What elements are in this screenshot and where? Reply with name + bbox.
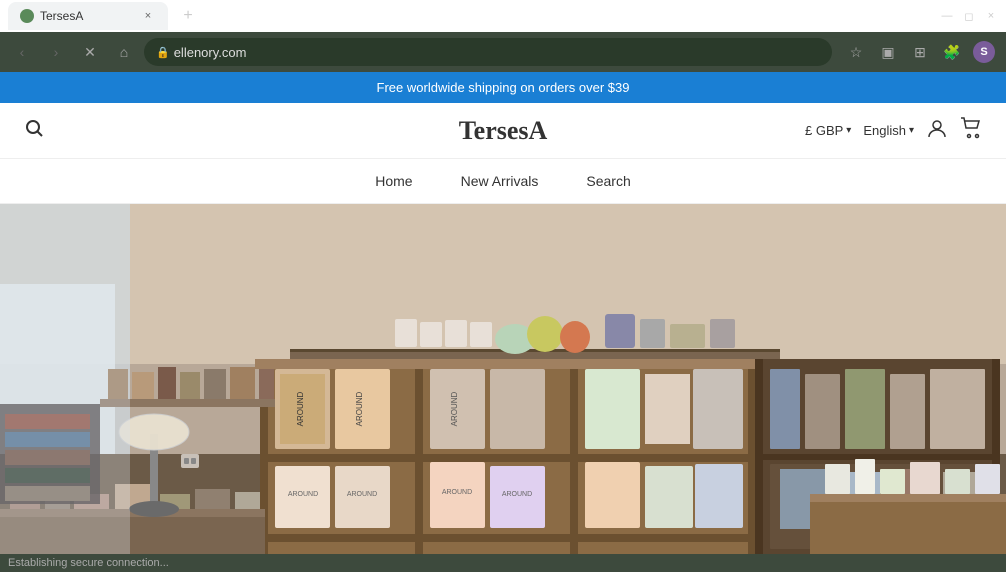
toolbar-icons: ☆ ▣ ⊞ 🧩 S	[842, 38, 998, 66]
reload-button[interactable]: ✕	[76, 38, 104, 66]
browser-chrome: TersesA × + — ◻ × ‹ › ✕ ⌂ 🔒 ellenory.com…	[0, 0, 1006, 72]
nav-new-arrivals[interactable]: New Arrivals	[461, 173, 539, 189]
hero-image: AROUND AROUND AROUND AROUND AROUND AROUN…	[0, 204, 1006, 554]
site-header: TersesA £ GBP English	[0, 103, 1006, 159]
window-controls: — ◻ ×	[940, 9, 998, 23]
site-logo[interactable]: TersesA	[459, 116, 548, 146]
promo-text: Free worldwide shipping on orders over $…	[377, 80, 630, 95]
address-input[interactable]: 🔒 ellenory.com	[144, 38, 832, 66]
restore-button[interactable]: ◻	[962, 9, 976, 23]
website: Free worldwide shipping on orders over $…	[0, 72, 1006, 554]
url-text: ellenory.com	[174, 45, 247, 60]
new-tab-button[interactable]: +	[176, 4, 200, 28]
minimize-button[interactable]: —	[940, 9, 954, 23]
header-right: £ GBP English	[805, 117, 982, 144]
svg-text:AROUND: AROUND	[450, 391, 459, 426]
close-button[interactable]: ×	[984, 9, 998, 23]
language-selector[interactable]: English	[863, 123, 914, 138]
account-button[interactable]: 🧩	[938, 38, 966, 66]
account-button[interactable]	[926, 117, 948, 144]
nav-home[interactable]: Home	[375, 173, 412, 189]
logo-text: TersesA	[459, 116, 548, 145]
svg-text:AROUND: AROUND	[296, 391, 305, 426]
currency-selector[interactable]: £ GBP	[805, 123, 851, 138]
back-button[interactable]: ‹	[8, 38, 36, 66]
tab-favicon	[20, 9, 34, 23]
home-button[interactable]: ⌂	[110, 38, 138, 66]
hero-svg: AROUND AROUND AROUND AROUND AROUND AROUN…	[0, 204, 1006, 554]
address-bar: ‹ › ✕ ⌂ 🔒 ellenory.com ☆ ▣ ⊞ 🧩 S	[0, 32, 1006, 72]
forward-button[interactable]: ›	[42, 38, 70, 66]
cart-button[interactable]	[960, 117, 982, 144]
svg-text:AROUND: AROUND	[288, 491, 318, 498]
tab-title: TersesA	[40, 9, 134, 23]
star-button[interactable]: ☆	[842, 38, 870, 66]
header-search-button[interactable]	[24, 118, 44, 143]
svg-text:AROUND: AROUND	[502, 491, 532, 498]
profile-button[interactable]: S	[970, 38, 998, 66]
lock-icon: 🔒	[156, 46, 170, 59]
title-bar: TersesA × + — ◻ ×	[0, 0, 1006, 32]
promo-banner: Free worldwide shipping on orders over $…	[0, 72, 1006, 103]
extensions-button[interactable]: ⊞	[906, 38, 934, 66]
currency-label: £ GBP	[805, 123, 843, 138]
language-label: English	[863, 123, 906, 138]
header-left	[24, 118, 44, 143]
nav-search[interactable]: Search	[586, 173, 630, 189]
sidebar-button[interactable]: ▣	[874, 38, 902, 66]
svg-text:AROUND: AROUND	[347, 491, 377, 498]
active-tab[interactable]: TersesA ×	[8, 2, 168, 30]
status-text: Establishing secure connection...	[8, 557, 169, 569]
tab-close-button[interactable]: ×	[140, 8, 156, 24]
svg-text:AROUND: AROUND	[355, 391, 364, 426]
site-nav: Home New Arrivals Search	[0, 159, 1006, 204]
profile-avatar: S	[973, 41, 995, 63]
svg-text:AROUND: AROUND	[442, 489, 472, 496]
